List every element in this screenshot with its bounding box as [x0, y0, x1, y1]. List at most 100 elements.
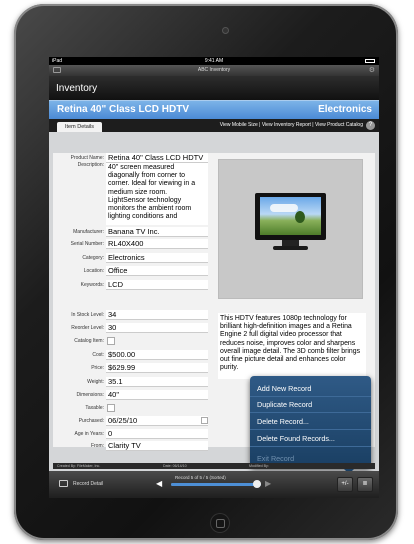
record-slider-knob[interactable]: [253, 480, 261, 488]
menu-separator: [250, 396, 371, 397]
created-by: Created By: FileMaker, Inc.: [57, 464, 101, 468]
description-field[interactable]: 40" screen measured diagonally from corn…: [106, 163, 208, 225]
tree-shape: [295, 211, 305, 223]
weight-row: Weight: 35.1: [87, 377, 208, 387]
camera: [223, 28, 228, 33]
weight-field[interactable]: 35.1: [106, 377, 208, 387]
long-description-field[interactable]: This HDTV features 1080p technology for …: [218, 313, 366, 379]
record-slider[interactable]: [171, 480, 261, 488]
tab-item-details[interactable]: Item Details: [57, 122, 103, 132]
tv-frame: [255, 193, 326, 240]
gear-icon[interactable]: ⚙: [369, 65, 375, 76]
category-row: Category: Electronics: [82, 253, 208, 263]
in-stock-row: In Stock Level: 34: [71, 310, 208, 320]
description-label: Description:: [77, 162, 104, 168]
record-category: Electronics: [318, 104, 372, 115]
clock: 9:41 AM: [204, 58, 224, 64]
category-label: Category:: [82, 255, 104, 261]
menu-separator: [250, 412, 371, 413]
keywords-label: Keywords:: [80, 282, 104, 288]
view-links[interactable]: View Mobile Size | View Inventory Report…: [220, 121, 363, 130]
help-icon[interactable]: ?: [366, 121, 375, 130]
product-photo[interactable]: [218, 159, 363, 299]
status-bar: iPad 9:41 AM: [49, 57, 379, 65]
layout-name[interactable]: Record Detail: [73, 481, 103, 487]
bottom-toolbar: Record Detail ◀ Record 5 of 5 / 5 (Sorte…: [49, 471, 379, 498]
from-row: From: Clarity TV: [91, 441, 208, 451]
record-slider-fill: [171, 483, 261, 486]
taxable-checkbox[interactable]: [107, 404, 115, 412]
product-name-row: Product Name: Retina 40" Class LCD HDTV: [71, 153, 208, 163]
record-header: Retina 40" Class LCD HDTV Electronics: [49, 100, 379, 119]
menu-separator: [250, 429, 371, 430]
reorder-row: Reorder Level: 30: [71, 323, 208, 333]
price-row: Price: $629.99: [91, 363, 208, 373]
dimensions-row: Dimensions: 40": [76, 390, 208, 400]
location-row: Location: Office: [84, 266, 208, 276]
location-field[interactable]: Office: [106, 266, 208, 276]
weight-label: Weight:: [87, 379, 104, 385]
age-label: Age in Years:: [74, 431, 104, 437]
price-label: Price:: [91, 365, 104, 371]
screen: iPad 9:41 AM ABC Inventory ⚙ Inventory R…: [49, 57, 379, 498]
record-title: Retina 40" Class LCD HDTV: [57, 104, 189, 115]
record-status: Record 5 of 5 / 5 (Sorted): [175, 475, 226, 480]
product-name-field[interactable]: Retina 40" Class LCD HDTV: [106, 153, 208, 163]
cost-row: Cost: $500.00: [92, 350, 208, 360]
serial-number-row: Serial Number: RL40X400: [71, 239, 208, 249]
dimensions-label: Dimensions:: [76, 392, 104, 398]
serial-number-label: Serial Number:: [70, 241, 104, 247]
category-field[interactable]: Electronics: [106, 253, 208, 263]
created-date: Date: 06/14/10: [163, 464, 187, 468]
manufacturer-row: Manufacturer: Banana TV Inc.: [73, 227, 208, 237]
keywords-field[interactable]: LCD: [106, 280, 208, 290]
keywords-row: Keywords: LCD: [81, 280, 208, 290]
cost-label: Cost:: [92, 352, 104, 358]
age-field[interactable]: 0: [106, 429, 208, 439]
menu-item-delete-record[interactable]: Delete Record...: [257, 417, 309, 426]
previous-record-icon[interactable]: ◀: [156, 479, 162, 488]
taxable-label: Taxable:: [85, 405, 104, 411]
purchased-field[interactable]: 06/25/10: [106, 416, 208, 426]
list-view-icon[interactable]: ≣: [357, 477, 373, 492]
app-title: ABC Inventory: [197, 67, 231, 73]
dimensions-field[interactable]: 40": [106, 390, 208, 400]
record-actions-menu: Add New Record Duplicate Record Delete R…: [250, 376, 371, 474]
manufacturer-label: Manufacturer:: [73, 229, 104, 235]
menu-item-exit-record: Exit Record: [257, 454, 295, 463]
reorder-field[interactable]: 30: [106, 323, 208, 333]
record-info-strip: Created By: FileMaker, Inc. Date: 06/14/…: [53, 463, 375, 469]
in-stock-label: In Stock Level:: [71, 312, 104, 318]
from-label: From:: [90, 443, 104, 449]
next-record-icon[interactable]: ▶: [265, 479, 271, 488]
tv-image: [255, 193, 326, 251]
in-stock-field[interactable]: 34: [106, 310, 208, 320]
purchased-row: Purchased: 06/25/10: [79, 416, 208, 426]
reorder-label: Reorder Level:: [71, 325, 104, 331]
purchased-label: Purchased:: [78, 418, 104, 424]
modified-by: Modified By:: [249, 464, 269, 468]
app-titlebar: ABC Inventory ⚙: [49, 65, 379, 76]
cost-field[interactable]: $500.00: [106, 350, 208, 360]
price-field[interactable]: $629.99: [106, 363, 208, 373]
record-actions-icon[interactable]: +/-: [337, 477, 353, 492]
menu-item-add-new-record[interactable]: Add New Record: [257, 384, 311, 393]
from-field[interactable]: Clarity TV: [106, 441, 208, 451]
serial-number-field[interactable]: RL40X400: [106, 239, 208, 249]
battery-icon: [365, 59, 375, 63]
manufacturer-field[interactable]: Banana TV Inc.: [106, 227, 208, 237]
window-icon[interactable]: [53, 67, 61, 73]
menu-item-delete-found-records[interactable]: Delete Found Records...: [257, 434, 335, 443]
menu-item-duplicate-record[interactable]: Duplicate Record: [257, 400, 312, 409]
tv-base: [273, 246, 308, 250]
layout-icon[interactable]: [59, 480, 68, 487]
date-picker-icon[interactable]: [201, 417, 208, 424]
tab-row: Item Details View Mobile Size | View Inv…: [49, 119, 379, 132]
catalog-item-label: Catalog Item:: [74, 338, 104, 344]
catalog-item-checkbox[interactable]: [107, 337, 115, 345]
age-row: Age in Years: 0: [75, 429, 208, 439]
page-title: Inventory: [49, 76, 379, 100]
home-button[interactable]: [210, 513, 230, 533]
location-label: Location:: [83, 268, 104, 274]
menu-separator: [250, 446, 371, 447]
